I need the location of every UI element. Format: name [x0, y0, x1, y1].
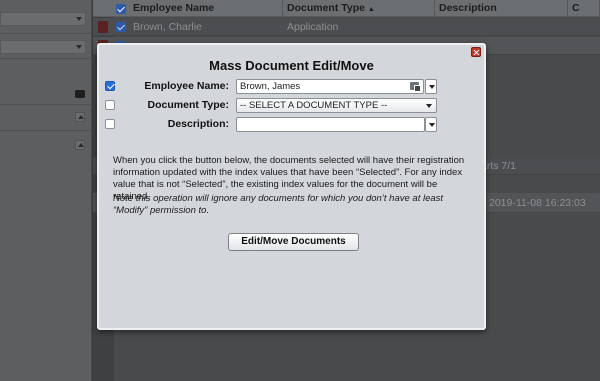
employee-name-value: Brown, James: [240, 81, 301, 92]
column-header-description[interactable]: Description: [435, 0, 568, 17]
description-label: Description:: [167, 118, 229, 130]
chevron-down-icon: [76, 45, 82, 49]
chevron-down-icon: [426, 104, 432, 108]
scroll-up-button[interactable]: [75, 140, 85, 150]
description-field[interactable]: [236, 117, 425, 132]
document-type-label: Document Type:: [147, 99, 229, 111]
scroll-up-button[interactable]: [75, 112, 85, 122]
column-header-document-type[interactable]: Document Type ▲: [283, 0, 435, 17]
divider: [0, 58, 92, 59]
description-dropdown-button[interactable]: [425, 117, 437, 132]
cell-date: 2019-11-08 16:23:03: [489, 197, 586, 209]
description-row: Description:: [99, 117, 484, 133]
cell-doc-type: Application: [287, 21, 339, 33]
employee-name-checkbox[interactable]: [105, 81, 115, 91]
cell-description: arts 7/1: [481, 160, 517, 172]
filter-dropdown-2[interactable]: [0, 40, 86, 54]
left-filter-panel: [0, 0, 92, 381]
column-header-date[interactable]: C: [568, 0, 600, 17]
divider: [0, 33, 92, 34]
employee-dropdown-button[interactable]: [425, 79, 437, 94]
close-icon[interactable]: [471, 47, 481, 57]
document-type-value: -- SELECT A DOCUMENT TYPE --: [240, 100, 388, 111]
divider: [0, 130, 92, 131]
binoculars-icon[interactable]: [75, 90, 85, 98]
table-row[interactable]: Brown, Charlie Application: [93, 18, 600, 36]
document-type-checkbox[interactable]: [105, 100, 115, 110]
pdf-document-icon: [98, 21, 108, 33]
chevron-down-icon: [76, 17, 82, 21]
cell-employee: Brown, Charlie: [133, 21, 202, 33]
employee-name-field[interactable]: Brown, James: [236, 79, 424, 94]
document-type-select[interactable]: -- SELECT A DOCUMENT TYPE --: [236, 98, 437, 113]
select-all-checkbox[interactable]: [116, 4, 126, 14]
employee-lookup-icon[interactable]: [410, 81, 421, 92]
document-type-row: Document Type: -- SELECT A DOCUMENT TYPE…: [99, 98, 484, 114]
column-header-employee-name[interactable]: Employee Name: [129, 0, 283, 17]
note-text: Note this operation will ignore any docu…: [113, 193, 444, 216]
sort-asc-icon: ▲: [367, 6, 375, 13]
description-checkbox[interactable]: [105, 119, 115, 129]
filter-dropdown-1[interactable]: [0, 12, 86, 26]
mass-edit-dialog: Mass Document Edit/Move Employee Name: B…: [97, 43, 486, 330]
row-checkbox[interactable]: [116, 22, 126, 32]
edit-move-documents-button[interactable]: Edit/Move Documents: [228, 233, 359, 251]
employee-name-row: Employee Name: Brown, James: [99, 79, 484, 95]
dialog-title: Mass Document Edit/Move: [209, 58, 374, 73]
divider: [0, 104, 92, 105]
grid-header: Employee Name Document Type ▲ Descriptio…: [93, 0, 600, 17]
employee-name-label: Employee Name:: [144, 80, 229, 92]
